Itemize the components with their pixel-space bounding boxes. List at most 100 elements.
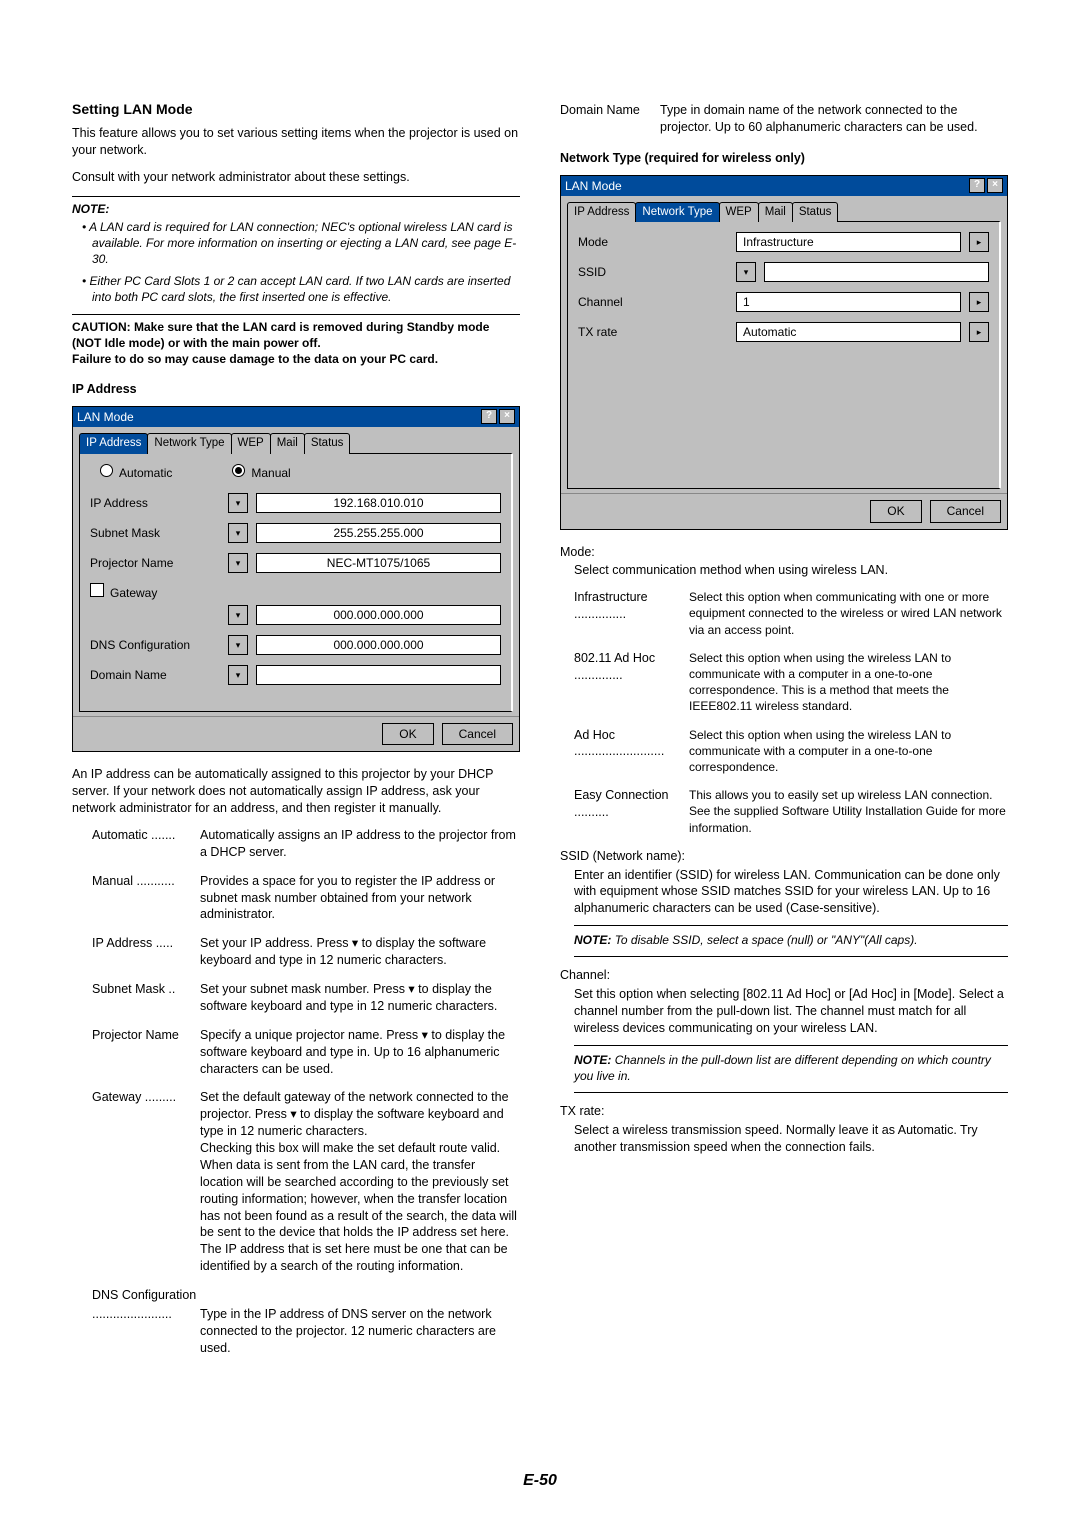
- txrate-select[interactable]: Automatic: [736, 322, 961, 342]
- label-txrate: TX rate: [578, 324, 728, 340]
- channel-select[interactable]: 1: [736, 292, 961, 312]
- keyboard-icon[interactable]: ▾: [228, 553, 248, 573]
- ok-button[interactable]: OK: [870, 500, 921, 522]
- keyboard-icon[interactable]: ▾: [228, 523, 248, 543]
- domain-field[interactable]: [256, 665, 501, 685]
- channel-label: Channel:: [560, 967, 1008, 984]
- tab-network-type[interactable]: Network Type: [147, 433, 231, 454]
- note-bullet: Either PC Card Slots 1 or 2 can accept L…: [82, 273, 520, 305]
- ssid-field[interactable]: [764, 262, 989, 282]
- page-number: E-50: [0, 1470, 1080, 1492]
- keyboard-icon[interactable]: ▾: [228, 665, 248, 685]
- ssid-label: SSID (Network name):: [560, 848, 1008, 865]
- tab-network-type[interactable]: Network Type: [635, 202, 719, 223]
- dl-term: Domain Name: [560, 102, 660, 136]
- caution-text: CAUTION: Make sure that the LAN card is …: [72, 319, 520, 351]
- keyboard-icon[interactable]: ▾: [228, 493, 248, 513]
- dialog-title: LAN Mode: [77, 409, 134, 425]
- tab-ip-address[interactable]: IP Address: [567, 202, 636, 223]
- mode-select[interactable]: Infrastructure: [736, 232, 961, 252]
- mode-term: Infrastructure ...............: [574, 589, 689, 638]
- dns-field[interactable]: 000.000.000.000: [256, 635, 501, 655]
- mode-def: This allows you to easily set up wireles…: [689, 787, 1008, 836]
- mode-description: Select communication method when using w…: [574, 562, 1008, 579]
- divider: [574, 925, 1008, 926]
- mode-def: Select this option when using the wirele…: [689, 650, 1008, 715]
- divider: [72, 196, 520, 197]
- dl-term: Manual ...........: [92, 873, 200, 924]
- lan-mode-dialog-ip: LAN Mode ? × IP Address Network Type WEP…: [72, 406, 520, 752]
- label-dns: DNS Configuration: [90, 637, 220, 653]
- close-button[interactable]: ×: [987, 178, 1003, 193]
- tab-ip-address[interactable]: IP Address: [79, 433, 148, 454]
- dl-def: Set your subnet mask number. Press ▾ to …: [200, 981, 520, 1015]
- ok-button[interactable]: OK: [382, 723, 433, 745]
- tab-wep[interactable]: WEP: [719, 202, 759, 223]
- dl-def: Type in the IP address of DNS server on …: [200, 1306, 520, 1357]
- radio-automatic[interactable]: Automatic: [100, 464, 172, 481]
- divider: [574, 956, 1008, 957]
- tab-status[interactable]: Status: [304, 433, 351, 454]
- ip-address-field[interactable]: 192.168.010.010: [256, 493, 501, 513]
- section-heading: Setting LAN Mode: [72, 100, 520, 119]
- mode-term: Easy Connection ..........: [574, 787, 689, 836]
- mode-label: Mode:: [560, 544, 1008, 561]
- dl-def: Type in domain name of the network conne…: [660, 102, 1008, 136]
- subnet-field[interactable]: 255.255.255.000: [256, 523, 501, 543]
- keyboard-icon[interactable]: ▾: [228, 605, 248, 625]
- divider: [574, 1092, 1008, 1093]
- dl-term: .......................: [92, 1306, 200, 1357]
- caution-text2: Failure to do so may cause damage to the…: [72, 351, 520, 367]
- label-subnet: Subnet Mask: [90, 525, 220, 541]
- tab-status[interactable]: Status: [792, 202, 839, 223]
- note-label: NOTE:: [72, 201, 520, 217]
- label-domain: Domain Name: [90, 667, 220, 683]
- dropdown-icon[interactable]: ▸: [969, 322, 989, 342]
- label-projector-name: Projector Name: [90, 555, 220, 571]
- cancel-button[interactable]: Cancel: [442, 723, 513, 745]
- checkbox-gateway[interactable]: Gateway: [90, 583, 157, 601]
- gateway-field[interactable]: 000.000.000.000: [256, 605, 501, 625]
- mode-def: Select this option when communicating wi…: [689, 589, 1008, 638]
- dl-def: Specify a unique projector name. Press ▾…: [200, 1027, 520, 1078]
- tab-wep[interactable]: WEP: [231, 433, 271, 454]
- tab-mail[interactable]: Mail: [270, 433, 305, 454]
- txrate-description: Select a wireless transmission speed. No…: [574, 1122, 1008, 1156]
- dialog-title: LAN Mode: [565, 178, 622, 194]
- mode-term: Ad Hoc ..........................: [574, 727, 689, 776]
- lan-mode-dialog-network-type: LAN Mode ? × IP Address Network Type WEP…: [560, 175, 1008, 530]
- label-ip: IP Address: [90, 495, 220, 511]
- intro-text: This feature allows you to set various s…: [72, 125, 520, 159]
- dl-term: DNS Configuration: [92, 1287, 196, 1304]
- dl-term: Projector Name: [92, 1027, 200, 1078]
- label-ssid: SSID: [578, 264, 728, 280]
- cancel-button[interactable]: Cancel: [930, 500, 1001, 522]
- label-mode: Mode: [578, 234, 728, 250]
- tab-mail[interactable]: Mail: [758, 202, 793, 223]
- dl-term: Subnet Mask ..: [92, 981, 200, 1015]
- radio-manual[interactable]: Manual: [232, 464, 290, 481]
- help-button[interactable]: ?: [481, 409, 497, 424]
- divider: [72, 314, 520, 315]
- projector-name-field[interactable]: NEC-MT1075/1065: [256, 553, 501, 573]
- ip-address-heading: IP Address: [72, 381, 520, 398]
- dropdown-icon[interactable]: ▸: [969, 232, 989, 252]
- dl-term: Automatic .......: [92, 827, 200, 861]
- dropdown-icon[interactable]: ▸: [969, 292, 989, 312]
- dl-def: Set your IP address. Press ▾ to display …: [200, 935, 520, 969]
- intro-text2: Consult with your network administrator …: [72, 169, 520, 186]
- ssid-description: Enter an identifier (SSID) for wireless …: [574, 867, 1008, 918]
- network-type-heading: Network Type (required for wireless only…: [560, 150, 1008, 167]
- paragraph: An IP address can be automatically assig…: [72, 766, 520, 817]
- dl-def: Automatically assigns an IP address to t…: [200, 827, 520, 861]
- help-button[interactable]: ?: [969, 178, 985, 193]
- channel-note-text: Channels in the pull-down list are diffe…: [574, 1053, 991, 1083]
- close-button[interactable]: ×: [499, 409, 515, 424]
- mode-def: Select this option when using the wirele…: [689, 727, 1008, 776]
- keyboard-icon[interactable]: ▾: [736, 262, 756, 282]
- dl-term: Gateway .........: [92, 1089, 200, 1275]
- mode-term: 802.11 Ad Hoc ..............: [574, 650, 689, 715]
- keyboard-icon[interactable]: ▾: [228, 635, 248, 655]
- dl-def: Provides a space for you to register the…: [200, 873, 520, 924]
- channel-description: Set this option when selecting [802.11 A…: [574, 986, 1008, 1037]
